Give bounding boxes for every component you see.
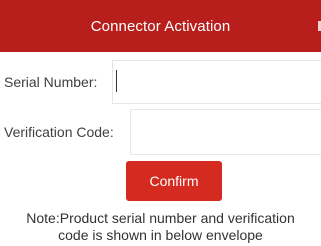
verification-code-input[interactable] xyxy=(130,109,321,155)
note-line-1: Note:Product serial number and verificat… xyxy=(26,210,295,226)
verification-code-row: Verification Code: xyxy=(0,109,321,155)
serial-number-label: Serial Number: xyxy=(4,74,98,90)
serial-number-input[interactable] xyxy=(112,60,321,104)
note-text: Note:Product serial number and verificat… xyxy=(0,210,321,244)
note-line-2: code is shown in below envelope xyxy=(58,227,263,243)
title-bar: Connector Activation xyxy=(0,0,321,52)
verification-code-label: Verification Code: xyxy=(4,124,114,140)
page-title: Connector Activation xyxy=(90,17,231,35)
connector-activation-screen: Connector Activation Serial Number: Veri… xyxy=(0,0,321,246)
text-cursor xyxy=(116,70,117,92)
confirm-button[interactable]: Confirm xyxy=(126,161,222,201)
serial-number-row: Serial Number: xyxy=(0,60,321,104)
